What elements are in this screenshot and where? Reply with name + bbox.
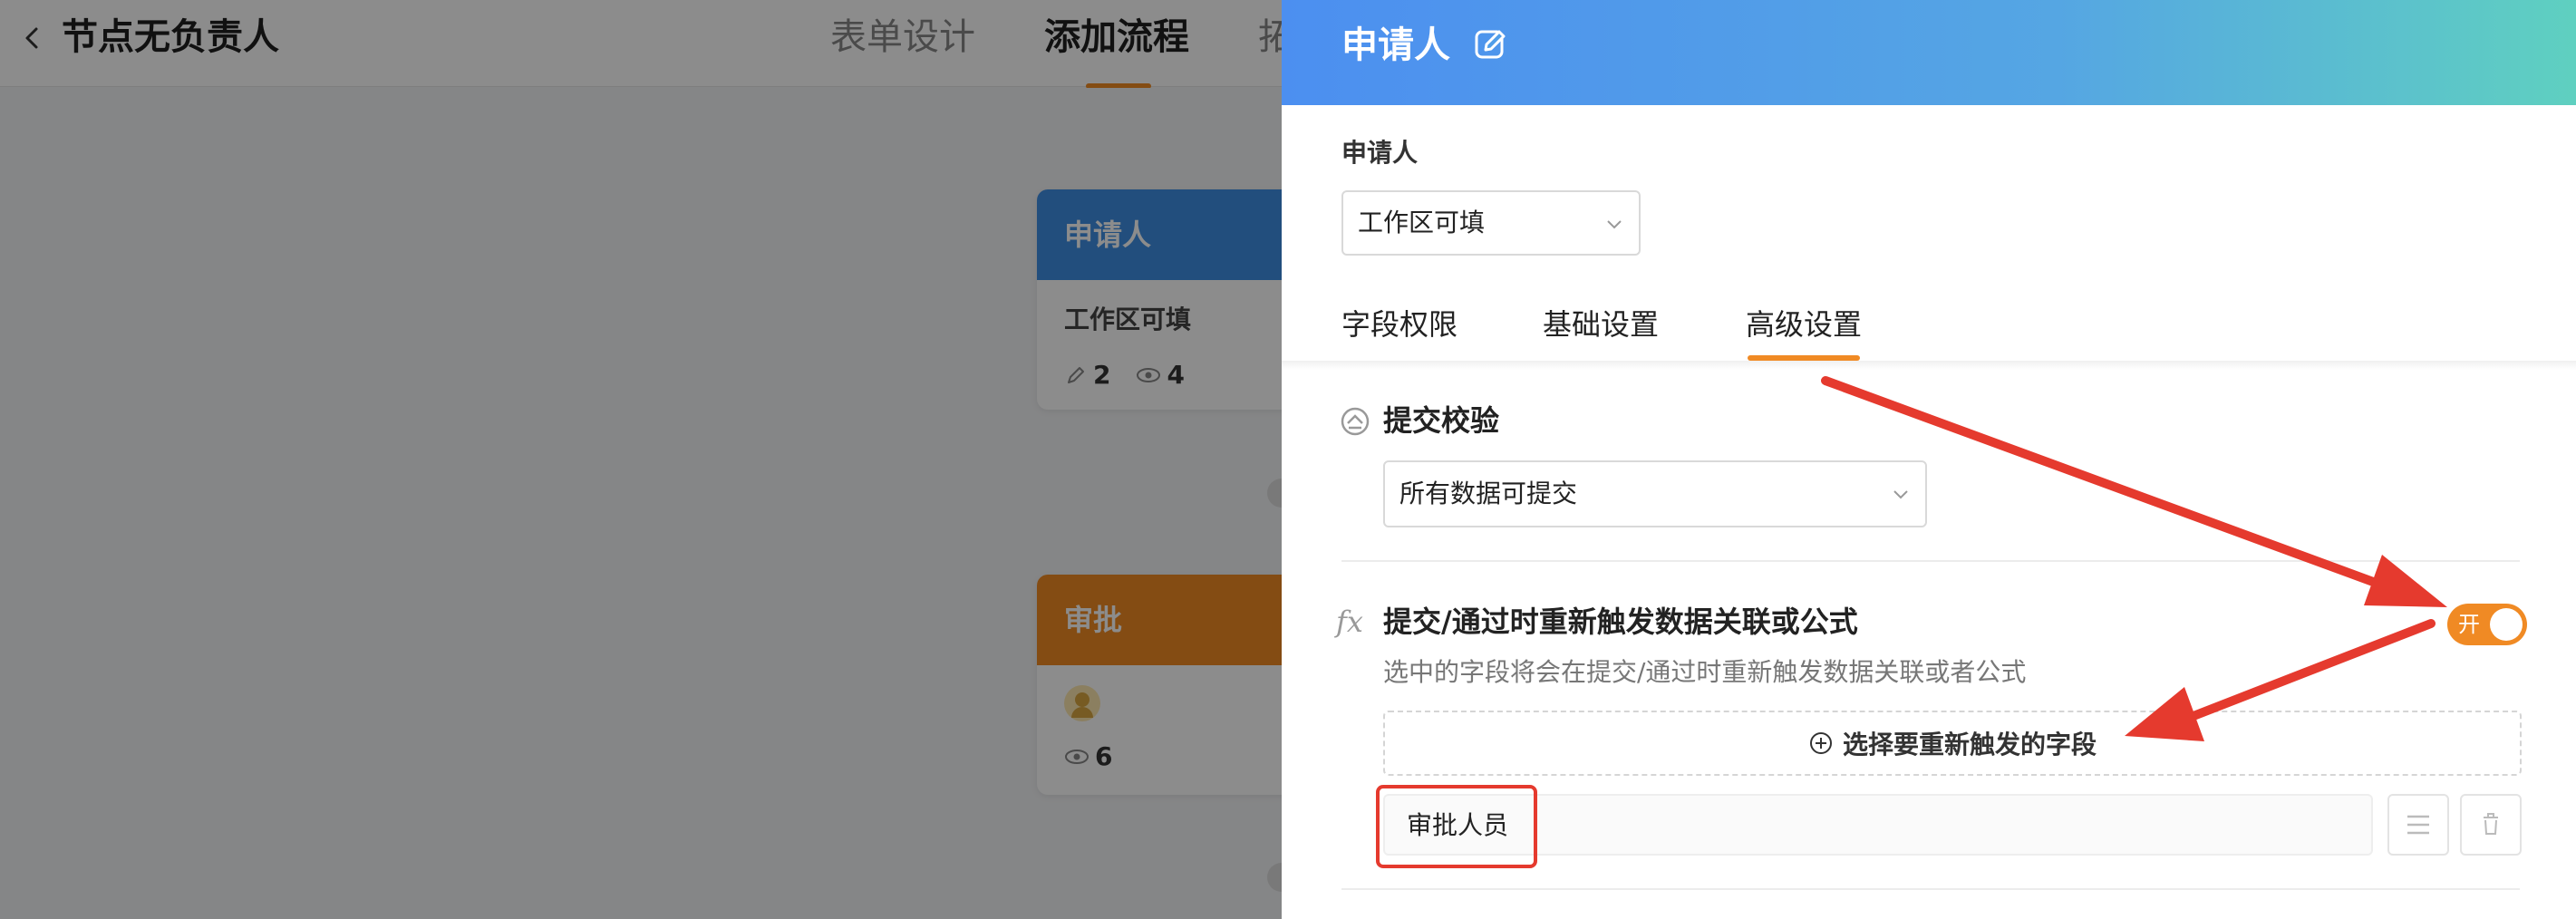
node-settings-drawer: 申请人 申请人 工作区可填 字段权限 基础设置 高级设置 提交校验 所有数据可提… [1282,0,2576,919]
trash-icon [2484,813,2498,835]
menu-icon [2407,815,2429,835]
toggle-knob [2490,608,2523,641]
section-divider [1341,560,2520,562]
formula-icon: fx [1336,605,1363,639]
retrigger-title: 提交/通过时重新触发数据关联或公式 [1383,605,1858,639]
add-field-label: 选择要重新触发的字段 [1842,730,2097,759]
chevron-down-icon [1607,220,1622,229]
drawer-title: 申请人 [1341,24,1450,66]
delete-field-button[interactable] [2460,794,2522,856]
retrigger-field-row: 审批人员 [1376,785,2522,868]
chevron-down-icon [1893,490,1908,499]
tab-basic-settings[interactable]: 基础设置 [1543,305,1659,344]
retrigger-toggle[interactable]: 开 [2447,604,2527,645]
drag-sort-button[interactable] [2387,794,2449,856]
tab-field-permissions[interactable]: 字段权限 [1341,305,1457,344]
tabs-divider [1282,361,2576,370]
validation-icon [1341,407,1370,436]
submit-validation-select[interactable]: 所有数据可提交 [1383,460,1927,527]
annotation-highlight-box [1376,785,1537,868]
submit-validation-title: 提交校验 [1383,403,1500,438]
edit-icon[interactable] [1472,25,1510,63]
retrigger-hint: 选中的字段将会在提交/通过时重新触发数据关联或者公式 [1383,657,2027,687]
plus-circle-icon [1809,732,1832,754]
select-retrigger-fields-button[interactable]: 选择要重新触发的字段 [1383,711,2522,776]
applicant-label: 申请人 [1341,138,1419,168]
tab-advanced-settings[interactable]: 高级设置 [1746,305,1862,344]
select-value: 工作区可填 [1358,208,1486,237]
toggle-label: 开 [2458,612,2480,637]
select-value: 所有数据可提交 [1399,479,1578,508]
applicant-scope-select[interactable]: 工作区可填 [1341,190,1641,256]
modal-overlay[interactable] [0,0,1282,919]
drawer-header: 申请人 [1282,0,2576,105]
section-divider [1341,888,2520,890]
